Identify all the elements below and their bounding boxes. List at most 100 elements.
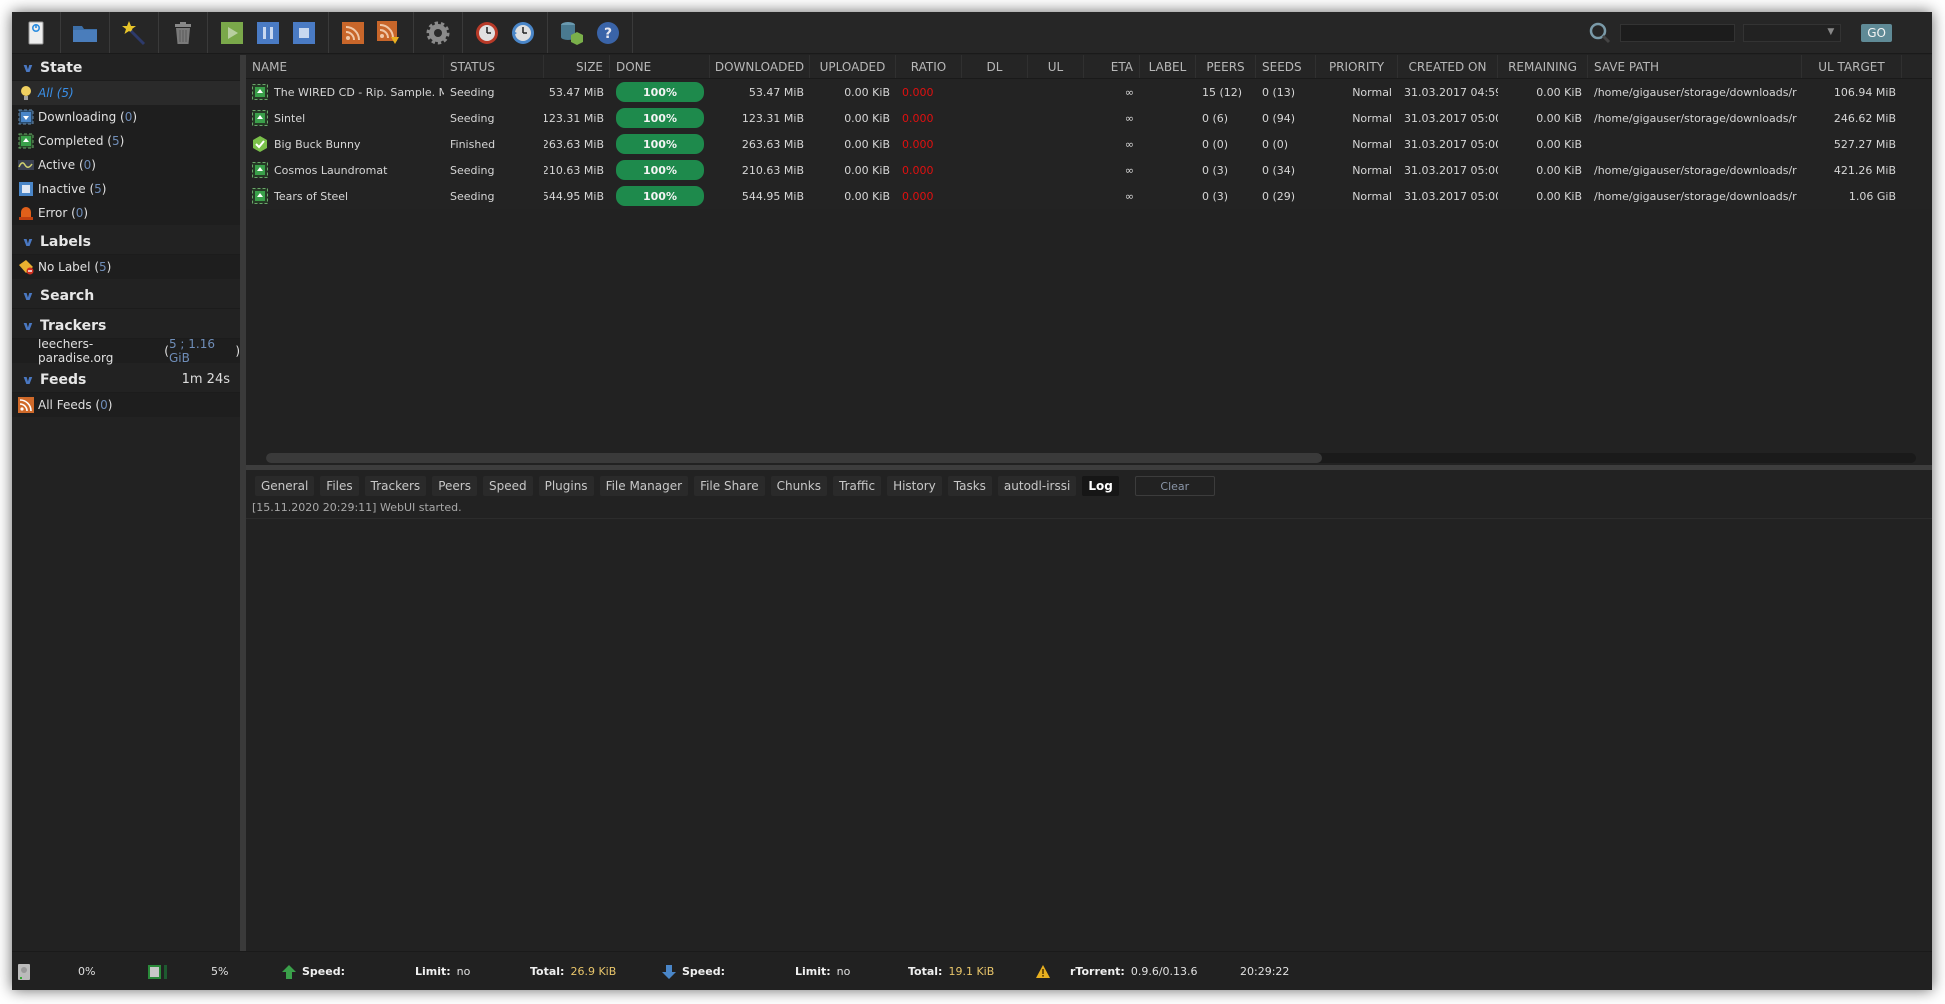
rss-button[interactable] <box>335 15 371 51</box>
remove-button[interactable] <box>165 15 201 51</box>
column-header[interactable]: CREATED ON <box>1398 55 1498 78</box>
help-button[interactable]: ? <box>590 15 626 51</box>
scrollbar-thumb[interactable] <box>266 453 1322 463</box>
sidebar-item-tracker[interactable]: leechers-paradise.org (5 ; 1.16 GiB) <box>12 337 240 365</box>
column-header[interactable]: SEEDS <box>1256 55 1316 78</box>
sidebar-item-no-label[interactable]: No Label (5) <box>12 255 240 279</box>
sidebar-item-downloading[interactable]: Downloading (0) <box>12 105 240 129</box>
column-header[interactable]: SAVE PATH <box>1588 55 1802 78</box>
tab-plugins[interactable]: Plugins <box>538 476 594 496</box>
sidebar-item-label: Completed <box>38 134 104 148</box>
tab-autodl-irssi[interactable]: autodl-irssi <box>997 476 1077 496</box>
upload-total-label: Total: <box>530 965 565 978</box>
column-header[interactable]: UL <box>1028 55 1084 78</box>
sidebar-item-completed[interactable]: Completed (5) <box>12 129 240 153</box>
rss-download-button[interactable] <box>371 15 407 51</box>
tab-speed[interactable]: Speed <box>482 476 533 496</box>
clear-log-button[interactable]: Clear <box>1134 476 1215 496</box>
sidebar-item-active[interactable]: Active (0) <box>12 153 240 177</box>
cell-done: 100% <box>610 183 710 209</box>
column-header[interactable]: STATUS <box>444 55 544 78</box>
cell-priority: Normal <box>1352 137 1392 151</box>
cell-size: 263.63 MiB <box>544 137 604 151</box>
go-button[interactable]: GO <box>1861 24 1892 42</box>
sidebar-item-all[interactable]: All (5) <box>12 81 240 105</box>
open-folder-button[interactable] <box>67 15 103 51</box>
trackers-header[interactable]: ∨ Trackers <box>12 313 240 339</box>
feeds-header[interactable]: ∨ Feeds 1m 24s <box>12 367 240 393</box>
column-header[interactable]: RATIO <box>896 55 962 78</box>
tab-files[interactable]: Files <box>320 476 359 496</box>
scheduler-button[interactable] <box>469 15 505 51</box>
tab-peers[interactable]: Peers <box>432 476 477 496</box>
sidebar-item-label: All <box>38 86 53 100</box>
cell-dl <box>962 157 1028 183</box>
search-header[interactable]: ∨ Search <box>12 283 240 309</box>
play-icon <box>221 21 243 44</box>
column-header[interactable]: PRIORITY <box>1316 55 1398 78</box>
table-row[interactable]: Tears of Steel Seeding 544.95 MiB 100% 544.9… <box>246 183 1932 209</box>
labels-header[interactable]: ∨ Labels <box>12 229 240 255</box>
sidebar-item-error[interactable]: Error (0) <box>12 201 240 225</box>
cell-save-path: /home/gigauser/storage/downloads/r <box>1594 163 1797 177</box>
clock-refresh-icon <box>512 21 534 44</box>
create-torrent-button[interactable] <box>116 15 152 51</box>
column-header[interactable]: LABEL <box>1140 55 1196 78</box>
cell-name: Tears of Steel <box>246 183 444 209</box>
sidebar-item-all-feeds[interactable]: All Feeds (0) <box>12 393 240 417</box>
cell-size: 544.95 MiB <box>544 189 604 203</box>
column-header[interactable]: SIZE <box>544 55 610 78</box>
tab-traffic[interactable]: Traffic <box>833 476 882 496</box>
settings-button[interactable] <box>420 15 456 51</box>
upload-speed-label: Speed: <box>302 965 345 978</box>
cell-label <box>1140 105 1196 131</box>
pause-button[interactable] <box>250 15 286 51</box>
cell-save-path: /home/gigauser/storage/downloads/r <box>1594 189 1797 203</box>
finished-check-icon <box>252 136 268 152</box>
download-limit[interactable]: Limit: no <box>795 952 850 991</box>
sidebar-item-count: 5 <box>61 86 70 100</box>
upload-limit[interactable]: Limit: no <box>415 952 470 991</box>
download-limit-label: Limit: <box>795 965 831 978</box>
column-header[interactable]: DL <box>962 55 1028 78</box>
column-header[interactable]: REMAINING <box>1498 55 1588 78</box>
horizontal-scrollbar[interactable] <box>266 453 1916 463</box>
column-header[interactable]: DONE <box>610 55 710 78</box>
cell-label <box>1140 183 1196 209</box>
table-row[interactable]: Cosmos Laundromat Seeding 210.63 MiB 100% 21… <box>246 157 1932 183</box>
column-header[interactable]: UL TARGET <box>1802 55 1902 78</box>
tab-trackers[interactable]: Trackers <box>364 476 427 496</box>
power-icon <box>28 21 44 44</box>
tab-log[interactable]: Log <box>1082 476 1119 496</box>
download-total-value: 19.1 KiB <box>948 965 995 978</box>
column-header[interactable]: ETA <box>1084 55 1140 78</box>
table-row[interactable]: The WIRED CD - Rip. Sample. Mas Seeding 53… <box>246 79 1932 105</box>
table-row[interactable]: Sintel Seeding 123.31 MiB 100% 123.31 MiB 0.0… <box>246 105 1932 131</box>
column-header[interactable]: UPLOADED <box>810 55 896 78</box>
tab-tasks[interactable]: Tasks <box>947 476 992 496</box>
sidebar-item-inactive[interactable]: Inactive (5) <box>12 177 240 201</box>
add-torrent-button[interactable] <box>18 15 54 51</box>
cell-name: Sintel <box>246 105 444 131</box>
search-engine-select[interactable]: ▼ <box>1743 24 1842 42</box>
table-body: The WIRED CD - Rip. Sample. Mas Seeding 53… <box>246 79 1932 209</box>
tab-chunks[interactable]: Chunks <box>770 476 827 496</box>
stop-button[interactable] <box>286 15 322 51</box>
state-header[interactable]: ∨ State <box>12 55 240 81</box>
plugins-button[interactable] <box>554 15 590 51</box>
table-row[interactable]: Big Buck Bunny Finished 263.63 MiB 100% 263.… <box>246 131 1932 157</box>
tab-history[interactable]: History <box>887 476 942 496</box>
cell-peers: 0 (0) <box>1202 137 1229 151</box>
tab-file-manager[interactable]: File Manager <box>599 476 689 496</box>
column-header[interactable]: DOWNLOADED <box>710 55 810 78</box>
tab-file-share[interactable]: File Share <box>694 476 765 496</box>
start-button[interactable] <box>214 15 250 51</box>
column-header[interactable]: NAME <box>246 55 444 78</box>
scheduler-restore-button[interactable] <box>505 15 541 51</box>
search-input[interactable] <box>1620 24 1736 42</box>
sidebar-item-label: Active <box>38 158 76 172</box>
tab-general[interactable]: General <box>255 476 315 496</box>
column-header[interactable]: PEERS <box>1196 55 1256 78</box>
details-tabs: General Files Trackers Peers Speed Plugins Fil… <box>246 473 1932 499</box>
cell-save-path <box>1588 131 1802 157</box>
